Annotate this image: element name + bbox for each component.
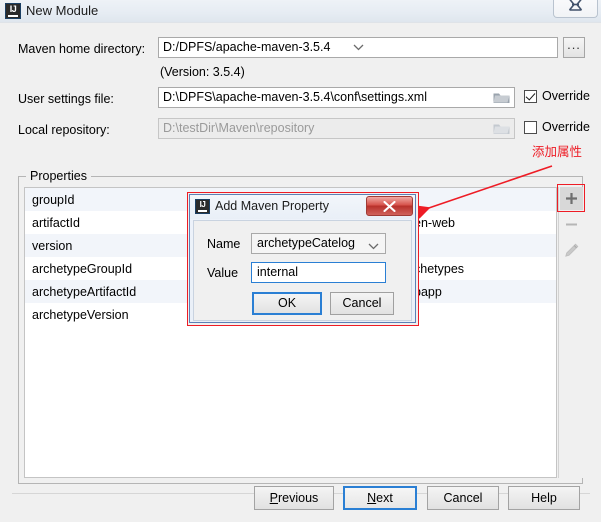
folder-icon [493, 124, 509, 134]
previous-button[interactable]: Previous [254, 486, 334, 510]
dialog-title: Add Maven Property [215, 199, 329, 213]
maven-version-note: (Version: 3.5.4) [160, 65, 245, 79]
dialog-value-label: Value [207, 266, 239, 280]
checkbox-checked-icon[interactable] [524, 89, 537, 103]
window-titlebar: IJ New Module [0, 0, 601, 22]
chevron-down-icon [353, 44, 363, 51]
dialog-close-button[interactable] [366, 196, 413, 216]
previous-mnemonic: P [269, 491, 279, 505]
annotation-text: 添加属性 [532, 144, 583, 159]
properties-toolbar [558, 187, 583, 478]
window-title: New Module [26, 3, 99, 18]
next-button[interactable]: Next [343, 486, 417, 510]
chevron-down-icon [368, 243, 379, 250]
dialog-ok-button[interactable]: OK [252, 292, 322, 315]
next-mnemonic: N [367, 491, 377, 505]
user-settings-override-label: Override [542, 89, 590, 103]
new-module-window: IJ New Module Maven home directory: D:/D… [0, 0, 601, 522]
user-settings-browse-button[interactable] [489, 88, 513, 107]
remove-property-button[interactable] [560, 213, 583, 236]
window-close-button[interactable] [553, 0, 598, 18]
dialog-cancel-button[interactable]: Cancel [330, 292, 394, 315]
dialog-frame: IJ Add Maven Property Name archetypeCate… [189, 194, 416, 323]
local-repository-browse-button[interactable] [489, 119, 513, 138]
dialog-value-input[interactable]: internal [251, 262, 386, 283]
plus-icon [566, 193, 577, 204]
dialog-content: Name archetypeCatelog Value internal OK … [193, 220, 412, 321]
add-property-button[interactable] [560, 187, 583, 210]
maven-home-label: Maven home directory: [18, 42, 146, 56]
properties-group-title: Properties [26, 169, 91, 183]
dialog-name-combo[interactable]: archetypeCatelog [251, 233, 386, 254]
dialog-name-label: Name [207, 237, 241, 251]
folder-icon [493, 93, 509, 103]
intellij-idea-icon: IJ [5, 3, 21, 19]
user-settings-override[interactable]: Override [524, 89, 590, 103]
dialog-name-dropdown-arrow[interactable] [368, 239, 379, 253]
edit-property-button[interactable] [560, 239, 583, 262]
add-maven-property-dialog: IJ Add Maven Property Name archetypeCate… [187, 192, 419, 326]
user-settings-label: User settings file: [18, 92, 114, 106]
dialog-close-icon [383, 200, 396, 212]
maven-home-browse-button[interactable]: ... [563, 37, 585, 58]
user-settings-input[interactable]: D:\DPFS\apache-maven-3.5.4\conf\settings… [158, 87, 515, 108]
cancel-button[interactable]: Cancel [427, 486, 499, 510]
pencil-icon [565, 243, 579, 257]
property-value: chetypes [414, 261, 465, 276]
dialog-titlebar: IJ Add Maven Property [190, 195, 415, 219]
checkbox-unchecked-icon[interactable] [524, 120, 537, 134]
local-repository-label: Local repository: [18, 123, 110, 137]
local-repository-override[interactable]: Override [524, 120, 590, 134]
local-repository-input[interactable]: D:\testDir\Maven\repository [158, 118, 515, 139]
next-label: ext [376, 491, 393, 505]
window-close-icon [568, 0, 583, 11]
help-button[interactable]: Help [508, 486, 580, 510]
previous-label: revious [278, 491, 319, 505]
local-repository-override-label: Override [542, 120, 590, 134]
maven-home-dropdown-arrow[interactable] [158, 37, 558, 58]
minus-icon [566, 223, 577, 226]
property-value: en-web [414, 215, 455, 230]
intellij-idea-icon: IJ [195, 199, 210, 214]
